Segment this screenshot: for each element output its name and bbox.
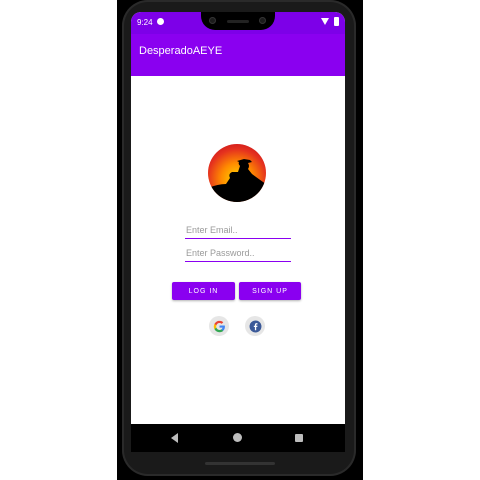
status-bar: 9:24	[131, 12, 345, 34]
facebook-login-button[interactable]	[245, 316, 265, 336]
cowboy-logo-icon	[208, 144, 266, 202]
facebook-icon	[249, 320, 261, 332]
battery-icon	[334, 17, 339, 26]
front-camera-icon	[259, 17, 266, 24]
phone-chin-bar	[205, 462, 275, 465]
back-icon[interactable]	[171, 433, 178, 443]
front-camera-icon	[209, 17, 216, 24]
google-icon	[213, 320, 225, 332]
speaker-grille	[227, 20, 249, 23]
notification-icon	[157, 18, 164, 25]
signup-button[interactable]: SIGN UP	[239, 282, 301, 300]
camera-notch	[201, 12, 275, 30]
password-field[interactable]	[185, 245, 291, 262]
recent-apps-icon[interactable]	[295, 434, 303, 442]
google-login-button[interactable]	[209, 316, 229, 336]
app-screen: 9:24 DesperadoAEYE LOG IN SIGN UP	[131, 12, 345, 452]
navigation-bar	[131, 424, 345, 452]
email-field[interactable]	[185, 222, 291, 239]
wifi-icon	[321, 18, 329, 25]
status-time: 9:24	[137, 18, 153, 27]
app-bar: DesperadoAEYE	[131, 34, 345, 76]
home-icon[interactable]	[233, 433, 242, 442]
app-title: DesperadoAEYE	[139, 45, 223, 57]
login-button[interactable]: LOG IN	[172, 282, 235, 300]
